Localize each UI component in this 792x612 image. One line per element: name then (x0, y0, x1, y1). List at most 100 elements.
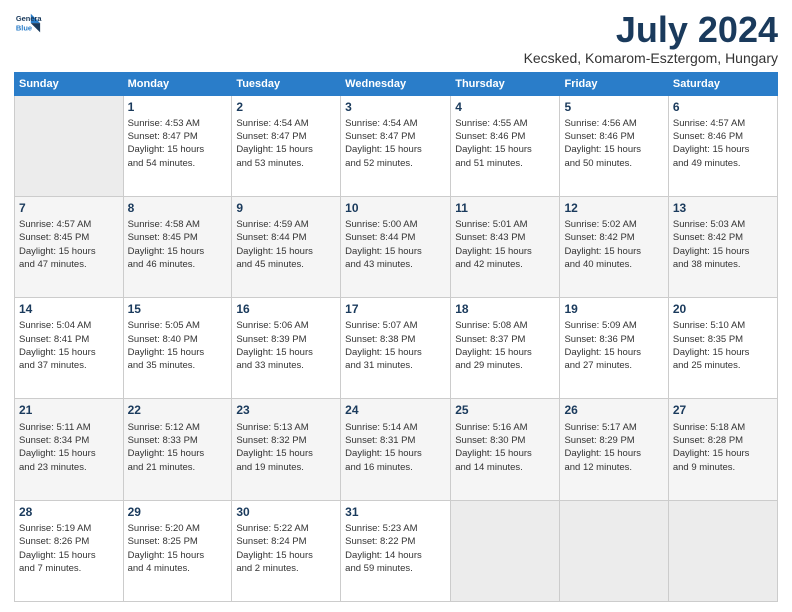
table-cell: 16 Sunrise: 5:06 AM Sunset: 8:39 PM Dayli… (232, 298, 341, 399)
table-cell: 9 Sunrise: 4:59 AM Sunset: 8:44 PM Daylig… (232, 196, 341, 297)
col-thursday: Thursday (451, 72, 560, 95)
day-info: Sunrise: 5:07 AM Sunset: 8:38 PM Dayligh… (345, 319, 446, 372)
table-cell: 10 Sunrise: 5:00 AM Sunset: 8:44 PM Dayli… (341, 196, 451, 297)
col-wednesday: Wednesday (341, 72, 451, 95)
table-cell: 2Sunrise: 4:54 AM Sunset: 8:47 PM Daylig… (232, 95, 341, 196)
day-number: 25 (455, 402, 555, 418)
day-number: 29 (128, 504, 228, 520)
day-number: 22 (128, 402, 228, 418)
day-info: Sunrise: 5:10 AM Sunset: 8:35 PM Dayligh… (673, 319, 773, 372)
table-cell (451, 500, 560, 601)
day-number: 3 (345, 99, 446, 115)
day-number: 4 (455, 99, 555, 115)
day-number: 15 (128, 301, 228, 317)
day-info: Sunrise: 4:57 AM Sunset: 8:45 PM Dayligh… (19, 218, 119, 271)
main-title: July 2024 (524, 10, 778, 50)
day-number: 19 (564, 301, 663, 317)
table-cell: 12 Sunrise: 5:02 AM Sunset: 8:42 PM Dayli… (560, 196, 668, 297)
svg-text:General: General (16, 14, 42, 23)
day-number: 31 (345, 504, 446, 520)
table-cell: 19Sunrise: 5:09 AM Sunset: 8:36 PM Dayli… (560, 298, 668, 399)
week-row-3: 14Sunrise: 5:04 AM Sunset: 8:41 PM Dayli… (15, 298, 778, 399)
day-info: Sunrise: 4:59 AM Sunset: 8:44 PM Dayligh… (236, 218, 336, 271)
day-info: Sunrise: 4:56 AM Sunset: 8:46 PM Dayligh… (564, 117, 663, 170)
header: General Blue July 2024 Kecsked, Komarom-… (14, 10, 778, 66)
day-info: Sunrise: 4:54 AM Sunset: 8:47 PM Dayligh… (345, 117, 446, 170)
table-cell: 20Sunrise: 5:10 AM Sunset: 8:35 PM Dayli… (668, 298, 777, 399)
logo-icon: General Blue (14, 10, 42, 38)
subtitle: Kecsked, Komarom-Esztergom, Hungary (524, 50, 778, 66)
day-number: 17 (345, 301, 446, 317)
day-info: Sunrise: 5:13 AM Sunset: 8:32 PM Dayligh… (236, 421, 336, 474)
day-info: Sunrise: 4:58 AM Sunset: 8:45 PM Dayligh… (128, 218, 228, 271)
day-number: 6 (673, 99, 773, 115)
table-cell: 31 Sunrise: 5:23 AM Sunset: 8:22 PM Dayli… (341, 500, 451, 601)
table-cell: 14Sunrise: 5:04 AM Sunset: 8:41 PM Dayli… (15, 298, 124, 399)
col-sunday: Sunday (15, 72, 124, 95)
day-number: 16 (236, 301, 336, 317)
col-friday: Friday (560, 72, 668, 95)
table-cell: 15 Sunrise: 5:05 AM Sunset: 8:40 PM Dayli… (123, 298, 232, 399)
table-cell: 30 Sunrise: 5:22 AM Sunset: 8:24 PM Dayli… (232, 500, 341, 601)
day-number: 21 (19, 402, 119, 418)
day-info: Sunrise: 5:00 AM Sunset: 8:44 PM Dayligh… (345, 218, 446, 271)
day-info: Sunrise: 5:22 AM Sunset: 8:24 PM Dayligh… (236, 522, 336, 575)
calendar-table: Sunday Monday Tuesday Wednesday Thursday… (14, 72, 778, 602)
table-cell: 11Sunrise: 5:01 AM Sunset: 8:43 PM Dayli… (451, 196, 560, 297)
table-cell: 26Sunrise: 5:17 AM Sunset: 8:29 PM Dayli… (560, 399, 668, 500)
logo: General Blue (14, 10, 42, 38)
table-cell: 24 Sunrise: 5:14 AM Sunset: 8:31 PM Dayli… (341, 399, 451, 500)
day-info: Sunrise: 5:01 AM Sunset: 8:43 PM Dayligh… (455, 218, 555, 271)
day-info: Sunrise: 5:06 AM Sunset: 8:39 PM Dayligh… (236, 319, 336, 372)
table-cell: 23 Sunrise: 5:13 AM Sunset: 8:32 PM Dayli… (232, 399, 341, 500)
day-info: Sunrise: 5:18 AM Sunset: 8:28 PM Dayligh… (673, 421, 773, 474)
day-info: Sunrise: 5:02 AM Sunset: 8:42 PM Dayligh… (564, 218, 663, 271)
table-cell: 18 Sunrise: 5:08 AM Sunset: 8:37 PM Dayli… (451, 298, 560, 399)
table-cell: 22 Sunrise: 5:12 AM Sunset: 8:33 PM Dayli… (123, 399, 232, 500)
day-number: 18 (455, 301, 555, 317)
table-cell: 17 Sunrise: 5:07 AM Sunset: 8:38 PM Dayli… (341, 298, 451, 399)
day-number: 2 (236, 99, 336, 115)
day-info: Sunrise: 4:57 AM Sunset: 8:46 PM Dayligh… (673, 117, 773, 170)
week-row-2: 7Sunrise: 4:57 AM Sunset: 8:45 PM Daylig… (15, 196, 778, 297)
day-info: Sunrise: 5:23 AM Sunset: 8:22 PM Dayligh… (345, 522, 446, 575)
svg-text:Blue: Blue (16, 24, 32, 33)
day-info: Sunrise: 4:53 AM Sunset: 8:47 PM Dayligh… (128, 117, 228, 170)
table-cell: 13 Sunrise: 5:03 AM Sunset: 8:42 PM Dayli… (668, 196, 777, 297)
day-number: 13 (673, 200, 773, 216)
day-number: 30 (236, 504, 336, 520)
day-info: Sunrise: 5:20 AM Sunset: 8:25 PM Dayligh… (128, 522, 228, 575)
day-number: 1 (128, 99, 228, 115)
day-info: Sunrise: 5:05 AM Sunset: 8:40 PM Dayligh… (128, 319, 228, 372)
table-cell (560, 500, 668, 601)
table-cell (15, 95, 124, 196)
table-cell: 3 Sunrise: 4:54 AM Sunset: 8:47 PM Daylig… (341, 95, 451, 196)
week-row-5: 28Sunrise: 5:19 AM Sunset: 8:26 PM Dayli… (15, 500, 778, 601)
table-cell: 5 Sunrise: 4:56 AM Sunset: 8:46 PM Daylig… (560, 95, 668, 196)
day-info: Sunrise: 5:14 AM Sunset: 8:31 PM Dayligh… (345, 421, 446, 474)
day-info: Sunrise: 5:11 AM Sunset: 8:34 PM Dayligh… (19, 421, 119, 474)
day-info: Sunrise: 4:55 AM Sunset: 8:46 PM Dayligh… (455, 117, 555, 170)
table-cell: 6 Sunrise: 4:57 AM Sunset: 8:46 PM Daylig… (668, 95, 777, 196)
day-number: 24 (345, 402, 446, 418)
col-monday: Monday (123, 72, 232, 95)
day-info: Sunrise: 5:17 AM Sunset: 8:29 PM Dayligh… (564, 421, 663, 474)
calendar-header-row: Sunday Monday Tuesday Wednesday Thursday… (15, 72, 778, 95)
table-cell: 21 Sunrise: 5:11 AM Sunset: 8:34 PM Dayli… (15, 399, 124, 500)
day-number: 9 (236, 200, 336, 216)
day-number: 5 (564, 99, 663, 115)
table-cell: 29 Sunrise: 5:20 AM Sunset: 8:25 PM Dayli… (123, 500, 232, 601)
day-info: Sunrise: 5:08 AM Sunset: 8:37 PM Dayligh… (455, 319, 555, 372)
day-number: 23 (236, 402, 336, 418)
day-number: 10 (345, 200, 446, 216)
table-cell: 7Sunrise: 4:57 AM Sunset: 8:45 PM Daylig… (15, 196, 124, 297)
day-info: Sunrise: 5:12 AM Sunset: 8:33 PM Dayligh… (128, 421, 228, 474)
table-cell: 28Sunrise: 5:19 AM Sunset: 8:26 PM Dayli… (15, 500, 124, 601)
col-tuesday: Tuesday (232, 72, 341, 95)
day-info: Sunrise: 5:03 AM Sunset: 8:42 PM Dayligh… (673, 218, 773, 271)
day-number: 12 (564, 200, 663, 216)
table-cell: 8Sunrise: 4:58 AM Sunset: 8:45 PM Daylig… (123, 196, 232, 297)
col-saturday: Saturday (668, 72, 777, 95)
title-block: July 2024 Kecsked, Komarom-Esztergom, Hu… (524, 10, 778, 66)
table-cell: 27Sunrise: 5:18 AM Sunset: 8:28 PM Dayli… (668, 399, 777, 500)
